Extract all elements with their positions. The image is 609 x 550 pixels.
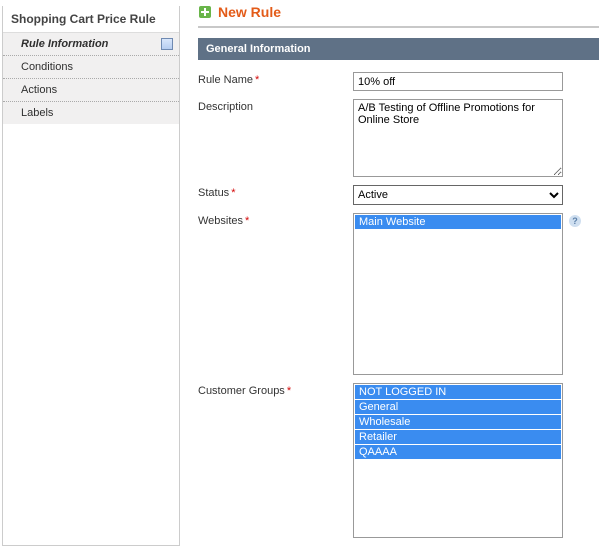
customer-groups-option[interactable]: QAAAA <box>355 445 561 459</box>
section-title-bar: General Information <box>198 38 599 60</box>
sidebar-item-labels[interactable]: Labels <box>3 102 179 124</box>
sidebar-item-conditions[interactable]: Conditions <box>3 56 179 79</box>
label-customer-groups: Customer Groups* <box>198 383 353 397</box>
websites-option[interactable]: Main Website <box>355 215 561 229</box>
required-star: * <box>245 215 249 227</box>
label-rule-name: Rule Name* <box>198 72 353 91</box>
row-status: Status* Active <box>198 185 599 205</box>
main-panel: New Rule General Information Rule Name* … <box>180 0 609 546</box>
add-icon <box>198 5 212 19</box>
customer-groups-multiselect[interactable]: NOT LOGGED IN General Wholesale Retailer… <box>353 383 563 538</box>
websites-multiselect[interactable]: Main Website <box>353 213 563 375</box>
sidebar-item-actions[interactable]: Actions <box>3 79 179 102</box>
status-select[interactable]: Active <box>353 185 563 205</box>
required-star: * <box>287 385 291 397</box>
sidebar-item-rule-information[interactable]: Rule Information <box>3 33 179 56</box>
row-rule-name: Rule Name* <box>198 72 599 91</box>
row-customer-groups: Customer Groups* NOT LOGGED IN General W… <box>198 383 599 538</box>
help-icon[interactable]: ? <box>569 215 581 227</box>
page-title: New Rule <box>218 4 281 20</box>
customer-groups-option[interactable]: Wholesale <box>355 415 561 429</box>
rule-name-input[interactable] <box>353 72 563 91</box>
required-star: * <box>255 74 259 86</box>
label-websites: Websites* <box>198 213 353 227</box>
label-description: Description <box>198 99 353 113</box>
sidebar: Shopping Cart Price Rule Rule Informatio… <box>2 6 180 546</box>
row-websites: Websites* Main Website ? <box>198 213 599 375</box>
customer-groups-option[interactable]: General <box>355 400 561 414</box>
label-status: Status* <box>198 185 353 205</box>
customer-groups-option[interactable]: Retailer <box>355 430 561 444</box>
customer-groups-option[interactable]: NOT LOGGED IN <box>355 385 561 399</box>
sidebar-list: Rule Information Conditions Actions Labe… <box>3 33 179 124</box>
page-header: New Rule <box>198 4 599 28</box>
required-star: * <box>231 187 235 199</box>
description-textarea[interactable] <box>353 99 563 177</box>
row-description: Description <box>198 99 599 177</box>
sidebar-title: Shopping Cart Price Rule <box>3 6 179 33</box>
